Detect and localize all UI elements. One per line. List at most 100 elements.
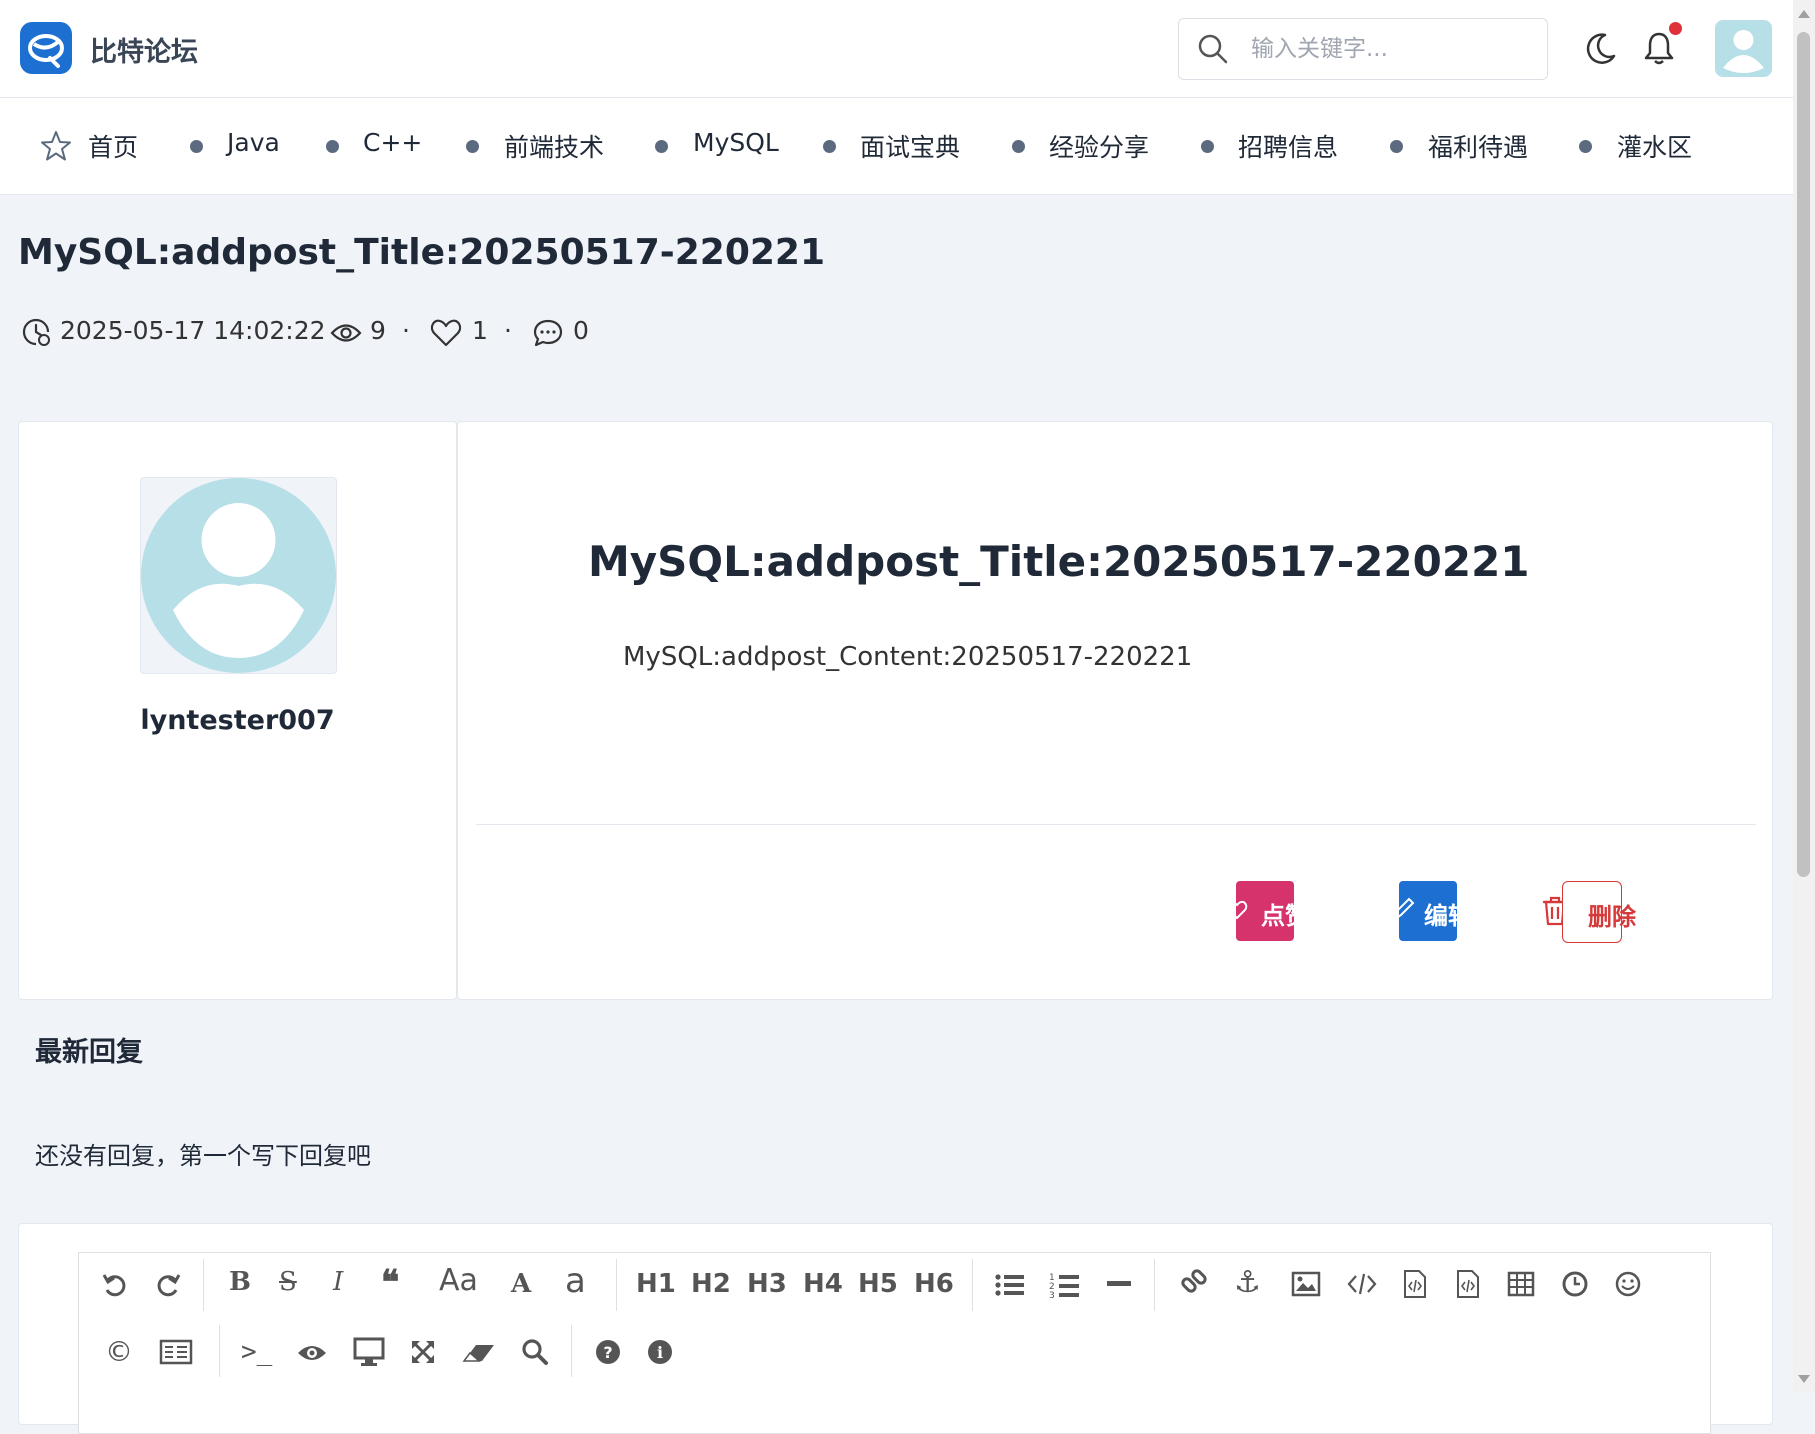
search-input[interactable] [1249, 31, 1533, 67]
fullscreen-icon[interactable] [409, 1338, 437, 1366]
heart-icon [430, 319, 462, 347]
h6-button[interactable]: H6 [914, 1269, 954, 1299]
reply-editor: B S I ❝ Aa A a H1 H2 H3 H4 H5 H6 123 ⚓ ©… [18, 1223, 1773, 1434]
notification-dot [1669, 22, 1682, 35]
editor-toolbar: B S I ❝ Aa A a H1 H2 H3 H4 H5 H6 123 ⚓ ©… [78, 1252, 1711, 1434]
like-button[interactable]: 点赞 [1236, 881, 1294, 941]
terminal-icon[interactable]: >_ [241, 1337, 272, 1367]
bell-icon[interactable] [1643, 30, 1675, 66]
code-icon[interactable] [1347, 1271, 1377, 1297]
delete-button[interactable]: 删除 [1562, 881, 1636, 943]
preview-icon[interactable] [296, 1341, 328, 1365]
pagebreak-icon[interactable] [159, 1339, 193, 1365]
post-time: 2025-05-17 14:02:22 [60, 316, 326, 345]
content-body: MySQL:addpost_Content:20250517-220221 [623, 642, 1193, 672]
unordered-list-icon[interactable] [994, 1271, 1026, 1299]
image-icon[interactable] [1291, 1271, 1321, 1297]
pencil-icon [1399, 897, 1415, 918]
strikethrough-icon[interactable]: S [279, 1267, 297, 1297]
search-icon[interactable] [1197, 33, 1229, 65]
comment-count: 0 [573, 316, 589, 345]
svg-text:?: ? [603, 1343, 612, 1362]
info-icon[interactable]: i [647, 1339, 673, 1365]
brand-name[interactable]: 比特论坛 [90, 30, 198, 69]
avatar[interactable] [1715, 20, 1772, 77]
page-title: MySQL:addpost_Title:20250517-220221 [18, 232, 826, 273]
nav-bullet [190, 140, 203, 153]
divider [476, 824, 1756, 825]
edit-button-label: 编辑 [1424, 902, 1457, 930]
nav-item-home[interactable]: 首页 [88, 128, 138, 164]
meta-separator: · [504, 316, 512, 345]
meta-separator: · [402, 316, 410, 345]
nav-item-cpp[interactable]: C++ [363, 128, 422, 157]
h1-button[interactable]: H1 [636, 1269, 676, 1299]
link-icon[interactable] [1179, 1269, 1209, 1299]
h2-button[interactable]: H2 [691, 1269, 731, 1299]
eye-icon [330, 324, 362, 342]
like-button-label: 点赞 [1261, 902, 1294, 930]
lowercase-icon[interactable]: a [565, 1261, 586, 1301]
search-box[interactable] [1178, 18, 1548, 80]
meta-separator: · [300, 316, 308, 345]
search-icon[interactable] [521, 1338, 549, 1366]
html-entities-icon[interactable]: © [105, 1335, 133, 1368]
scroll-down-icon[interactable] [1798, 1375, 1810, 1383]
nav-bullet [823, 140, 836, 153]
nav-item-java[interactable]: Java [227, 128, 280, 157]
author-name[interactable]: lyntester007 [19, 705, 456, 736]
nav-item-welfare[interactable]: 福利待遇 [1428, 128, 1528, 164]
uppercase-first-icon[interactable]: A [511, 1269, 531, 1299]
hr-icon[interactable] [1107, 1279, 1131, 1289]
moon-icon[interactable] [1585, 32, 1617, 66]
like-count: 1 [472, 316, 488, 345]
clock-icon [22, 318, 50, 346]
redo-icon[interactable] [154, 1271, 182, 1299]
nav-bullet [1012, 140, 1025, 153]
code-file-icon[interactable] [1455, 1269, 1481, 1299]
nav-item-experience[interactable]: 经验分享 [1049, 128, 1149, 164]
header: 比特论坛 [0, 0, 1793, 98]
emoji-icon[interactable] [1614, 1270, 1642, 1298]
scrollbar-thumb[interactable] [1797, 32, 1810, 877]
nav-item-interview[interactable]: 面试宝典 [860, 128, 960, 164]
quote-icon[interactable]: ❝ [381, 1263, 399, 1303]
post-content-card: MySQL:addpost_Title:20250517-220221 MySQ… [457, 421, 1773, 1000]
author-card: lyntester007 [18, 421, 457, 1000]
nav-bullet [655, 140, 668, 153]
bold-icon[interactable]: B [229, 1267, 251, 1297]
h3-button[interactable]: H3 [747, 1269, 787, 1299]
content-title: MySQL:addpost_Title:20250517-220221 [588, 537, 1530, 586]
code-block-icon[interactable] [1402, 1269, 1428, 1299]
help-icon[interactable]: ? [595, 1339, 621, 1365]
avatar[interactable] [140, 477, 337, 674]
h4-button[interactable]: H4 [803, 1269, 843, 1299]
nav-bullet [466, 140, 479, 153]
edit-button[interactable]: 编辑 [1399, 881, 1457, 941]
nav-item-frontend[interactable]: 前端技术 [504, 128, 604, 164]
anchor-icon[interactable]: ⚓ [1234, 1265, 1261, 1300]
nav-item-mysql[interactable]: MySQL [693, 128, 779, 157]
undo-icon[interactable] [101, 1271, 129, 1299]
table-icon[interactable] [1507, 1271, 1535, 1297]
no-reply-text: 还没有回复，第一个写下回复吧 [35, 1142, 371, 1170]
h5-button[interactable]: H5 [858, 1269, 898, 1299]
svg-text:3: 3 [1049, 1291, 1055, 1301]
category-nav: 首页 Java C++ 前端技术 MySQL 面试宝典 经验分享 招聘信息 福利… [0, 98, 1793, 195]
desktop-icon[interactable] [353, 1337, 385, 1367]
logo-icon[interactable] [20, 22, 72, 74]
italic-icon[interactable]: I [333, 1267, 343, 1297]
nav-item-jobs[interactable]: 招聘信息 [1238, 128, 1338, 164]
uppercase-icon[interactable]: Aa [439, 1263, 478, 1298]
delete-button-label: 删除 [1588, 903, 1636, 931]
datetime-icon[interactable] [1561, 1270, 1589, 1298]
nav-bullet [1201, 140, 1214, 153]
ordered-list-icon[interactable]: 123 [1049, 1271, 1081, 1301]
scroll-up-icon[interactable] [1798, 10, 1810, 18]
clear-icon[interactable] [462, 1341, 496, 1365]
svg-text:i: i [657, 1343, 663, 1362]
nav-bullet [326, 140, 339, 153]
nav-item-chat[interactable]: 灌水区 [1617, 128, 1692, 164]
star-icon [41, 131, 71, 161]
nav-bullet [1579, 140, 1592, 153]
